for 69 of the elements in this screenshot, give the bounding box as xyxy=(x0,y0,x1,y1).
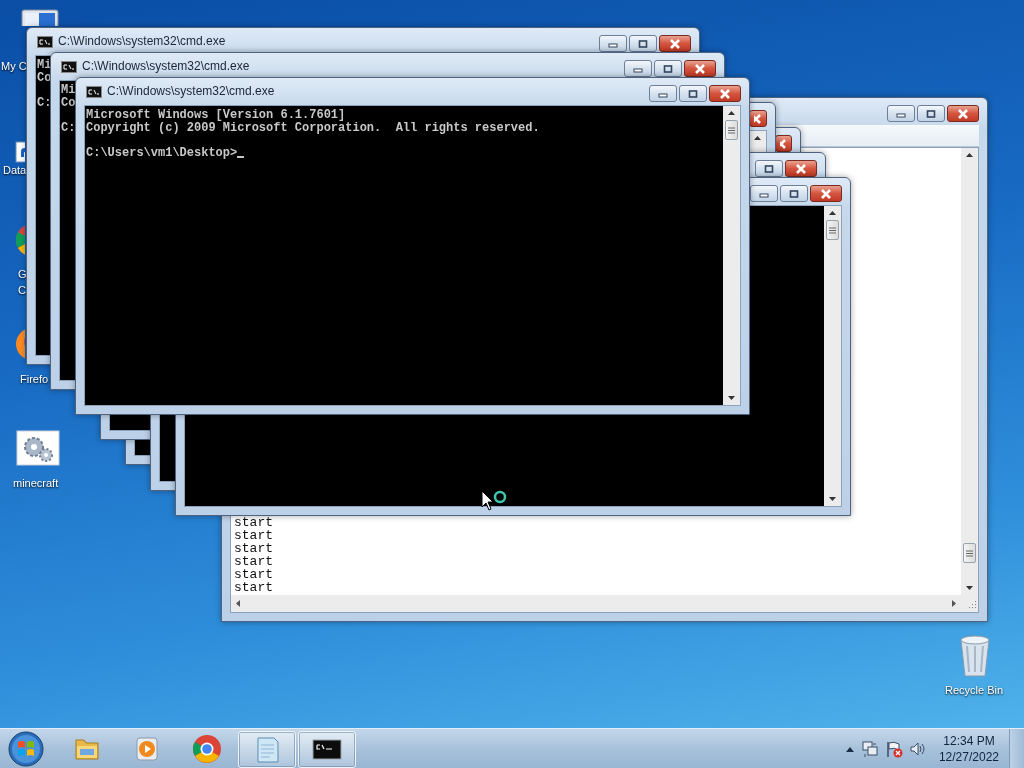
icon-label: minecraft xyxy=(13,476,59,491)
minimize-button[interactable] xyxy=(624,60,652,77)
minimize-button[interactable] xyxy=(649,85,677,102)
window-title: C:\Windows\system32\cmd.exe xyxy=(58,34,226,48)
text-line: start xyxy=(234,542,274,555)
console-prompt: C: xyxy=(61,121,76,134)
icon-label: Data xyxy=(3,163,27,178)
console-line: Co xyxy=(61,96,76,109)
scrollbar-thumb[interactable] xyxy=(826,220,839,240)
console-line: Microsoft Windows [Version 6.1.7601] xyxy=(86,109,346,122)
close-button[interactable] xyxy=(810,185,842,202)
text-line: start xyxy=(234,568,274,581)
text-line: start xyxy=(234,529,274,542)
grip-icon xyxy=(728,126,735,134)
clock-time[interactable]: 12:34 PM xyxy=(943,733,995,749)
scrollbar-thumb[interactable] xyxy=(963,543,976,563)
console-icon xyxy=(61,61,77,73)
text-line: start xyxy=(234,555,274,568)
taskbar-button[interactable] xyxy=(298,730,356,768)
grip-icon xyxy=(966,549,973,557)
console-line: Copyright (c) 2009 Microsoft Corporation. All rights reserved. xyxy=(86,121,540,134)
minimize-button[interactable] xyxy=(599,35,627,52)
speaker-icon[interactable] xyxy=(908,740,927,758)
minimize-button[interactable] xyxy=(750,185,778,202)
maximize-icon xyxy=(789,189,799,198)
icon-label: Recycle Bin xyxy=(945,683,1004,698)
chrome-icon xyxy=(190,732,224,766)
maximize-button[interactable] xyxy=(679,85,707,102)
console-prompt: C: xyxy=(37,96,52,109)
clock-date[interactable]: 12/27/2022 xyxy=(938,749,999,765)
gears-icon[interactable] xyxy=(16,430,60,466)
close-button[interactable] xyxy=(684,60,716,77)
console-prompt: C:\Users\vm1\Desktop> xyxy=(86,146,238,159)
scrollbar-thumb[interactable] xyxy=(725,120,738,140)
console-line: Mi xyxy=(61,84,76,97)
maximize-button[interactable] xyxy=(780,185,808,202)
icon-label: Firefo xyxy=(20,372,49,387)
vertical-scrollbar[interactable] xyxy=(824,206,841,506)
console-line: Mi xyxy=(37,59,52,72)
maximize-icon xyxy=(638,39,648,48)
console-icon xyxy=(86,86,102,98)
maximize-icon xyxy=(926,109,936,118)
show-hidden-icons-button[interactable] xyxy=(844,745,855,753)
console-icon xyxy=(37,36,53,48)
maximize-icon xyxy=(764,164,774,173)
maximize-icon xyxy=(688,89,698,98)
flag-icon[interactable] xyxy=(884,740,903,758)
vertical-scrollbar[interactable] xyxy=(723,106,740,405)
close-button[interactable] xyxy=(709,85,741,102)
window-title: C:\Windows\system32\cmd.exe xyxy=(82,59,250,73)
icon-label: C xyxy=(18,283,27,298)
close-button[interactable] xyxy=(785,160,817,177)
window-title: C:\Windows\system32\cmd.exe xyxy=(107,84,275,98)
text-line: start xyxy=(234,581,274,594)
maximize-button[interactable] xyxy=(755,160,783,177)
network-icon[interactable] xyxy=(860,740,879,758)
grip-icon xyxy=(829,226,836,234)
vertical-scrollbar[interactable] xyxy=(961,148,978,595)
icon-label: My C xyxy=(1,59,27,74)
maximize-icon xyxy=(663,64,673,73)
close-button[interactable] xyxy=(659,35,691,52)
icon-label: G xyxy=(18,267,27,282)
start-button[interactable] xyxy=(6,730,46,768)
maximize-button[interactable] xyxy=(917,105,945,122)
text-line: start xyxy=(234,516,274,529)
minimize-button[interactable] xyxy=(887,105,915,122)
close-button[interactable] xyxy=(947,105,979,122)
maximize-button[interactable] xyxy=(654,60,682,77)
maximize-button[interactable] xyxy=(629,35,657,52)
